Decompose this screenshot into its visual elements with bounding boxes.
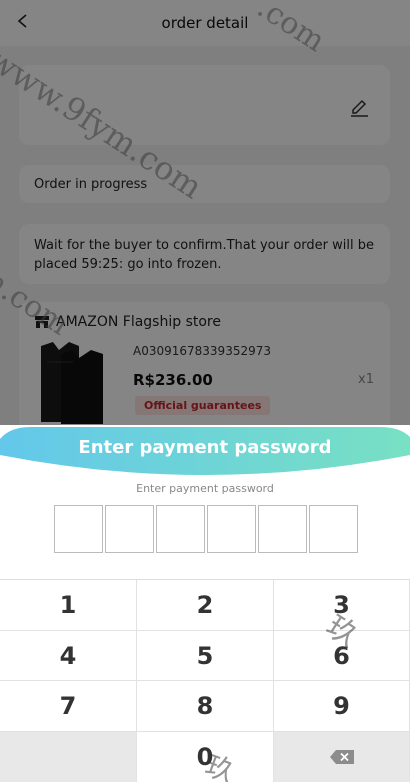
numeric-keypad: 1 2 3 4 5 6 7 8 9 0	[0, 579, 410, 782]
pin-box-4[interactable]	[207, 505, 256, 553]
pin-box-1[interactable]	[54, 505, 103, 553]
pin-input[interactable]	[54, 505, 360, 553]
pin-box-5[interactable]	[258, 505, 307, 553]
key-0[interactable]: 0	[137, 732, 274, 782]
sheet-subtitle: Enter payment password	[136, 482, 274, 495]
key-7[interactable]: 7	[0, 681, 137, 732]
delete-icon	[329, 750, 354, 764]
sheet-title: Enter payment password	[78, 437, 332, 458]
key-blank	[0, 732, 137, 782]
key-1[interactable]: 1	[0, 580, 137, 631]
key-8[interactable]: 8	[137, 681, 274, 732]
key-4[interactable]: 4	[0, 631, 137, 681]
key-5[interactable]: 5	[137, 631, 274, 681]
key-6[interactable]: 6	[274, 631, 410, 681]
key-2[interactable]: 2	[137, 580, 274, 631]
key-3[interactable]: 3	[274, 580, 410, 631]
payment-password-sheet: Enter payment password Enter payment pas…	[0, 425, 410, 782]
pin-box-6[interactable]	[309, 505, 358, 553]
delete-key[interactable]	[274, 732, 410, 782]
pin-box-2[interactable]	[105, 505, 154, 553]
key-9[interactable]: 9	[274, 681, 410, 732]
pin-box-3[interactable]	[156, 505, 205, 553]
